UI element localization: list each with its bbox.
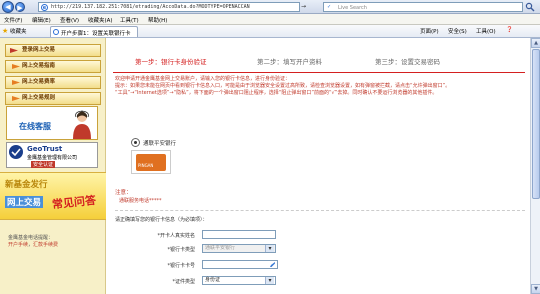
card-number-label: *银行卡卡号 — [167, 263, 195, 269]
scroll-up-button[interactable]: ▲ — [531, 38, 540, 48]
forward-button[interactable]: ▶ — [15, 2, 25, 12]
intro-line: “工具”→“Internet选项”→“隐私”，将下面的一个弹出窗口阻止程序，选择… — [115, 90, 438, 96]
bank-logo-text: PINGAN — [138, 163, 154, 168]
back-button[interactable]: ◀ — [2, 1, 14, 13]
id-type-select[interactable]: 身份证 — [202, 276, 276, 285]
menu-tools[interactable]: 工具(T) — [120, 16, 139, 24]
search-placeholder: Live Search — [338, 5, 367, 11]
sidebar-item-label: 网上交易费率 — [22, 79, 56, 85]
menu-bar: 文件(F) 编辑(E) 查看(V) 收藏夹(A) 工具(T) 帮助(H) — [0, 14, 540, 25]
scroll-thumb[interactable] — [532, 49, 540, 199]
help-icon[interactable]: ❓ — [506, 27, 513, 33]
card-number-field[interactable] — [202, 260, 278, 269]
sidebar-note-link[interactable]: 汇款手续费 — [33, 242, 58, 248]
form-row-id-type: *证件类型 身份证 — [107, 276, 407, 288]
card-type-select[interactable]: 通联平安银行 — [202, 244, 276, 253]
go-button[interactable]: → — [301, 2, 323, 12]
sidebar-note: 金鹰基金电话提醒： 开户手续，汇款手续费 — [8, 235, 58, 249]
arrow-icon — [10, 48, 18, 53]
sidebar-item-label: 网上交易规则 — [22, 95, 56, 101]
arrow-icon — [12, 64, 20, 69]
geotrust-title: GeoTrust — [27, 145, 63, 153]
menu-edit[interactable]: 编辑(E) — [32, 16, 51, 24]
tab-page-icon — [53, 29, 59, 35]
search-input[interactable]: ✓ Live Search — [323, 2, 523, 12]
browser-tab[interactable]: 开户步骤1：设置关联银行卡 — [50, 26, 138, 37]
favorites-label: 收藏夹 — [10, 29, 27, 35]
scroll-down-button[interactable]: ▼ — [531, 284, 540, 294]
geotrust-cert-label: 安全认证 — [31, 161, 56, 168]
arrow-icon — [12, 80, 20, 85]
page-menu[interactable]: 页面(P) — [420, 27, 439, 35]
form-row-name: *开卡人真实姓名 — [107, 230, 407, 242]
sidebar-item-label: 网上交易指南 — [22, 63, 56, 69]
name-field[interactable] — [202, 230, 276, 239]
intro-text: 欢迎申请开通金鹰基金网上交易账户，请输入您的银行卡信息，进行身份验证： 提示：如… — [115, 76, 525, 97]
note-label: 注意： — [115, 190, 132, 196]
divider — [115, 210, 525, 211]
geotrust-badge[interactable]: GeoTrust 金鹰基金管理有限公司 安全认证 — [6, 142, 98, 168]
online-service-banner[interactable]: 在线客服 — [6, 106, 98, 140]
forward-arrow-icon: ▶ — [17, 4, 23, 12]
intro-line: 提示：如果您未能在网页中看到银行卡信息入口，可能是由于浏览器安全设置过高所致，请… — [115, 83, 451, 89]
menu-favorites[interactable]: 收藏夹(A) — [88, 16, 113, 24]
sidebar-item-login[interactable]: 登录网上交易 — [5, 44, 101, 57]
menu-help[interactable]: 帮助(H) — [148, 16, 167, 24]
favorites-button[interactable]: ★ 收藏夹 — [2, 27, 27, 35]
sidebar-note-title: 金鹰基金电话提醒： — [8, 235, 54, 241]
sidebar-note-link[interactable]: 开户手续 — [8, 242, 28, 248]
form-intro: 请正确填写您的银行卡信息（为必填项）： — [115, 217, 208, 223]
main-content: 第一步：银行卡身份验证 第二步：填写开户资料 第三步：设置交易密码 欢迎申请开通… — [107, 38, 530, 294]
page-icon: e — [41, 4, 48, 11]
online-service-label: 在线客服 — [19, 122, 51, 131]
step-3: 第三步：设置交易密码 — [375, 58, 440, 66]
promo-subtitle: 网上交易 — [5, 196, 44, 208]
tab-label: 开户步骤1：设置关联银行卡 — [61, 31, 131, 37]
sidebar-note-body: 开户手续，汇款手续费 — [8, 242, 58, 249]
form-row-card-number: *银行卡卡号 — [107, 260, 407, 272]
menu-file[interactable]: 文件(F) — [4, 16, 22, 24]
star-icon: ★ — [2, 27, 9, 35]
customer-service-agent-icon — [73, 110, 91, 139]
sidebar: 登录网上交易 网上交易指南 网上交易费率 网上交易规则 在线客服 GeoTrus… — [0, 38, 106, 294]
card-type-label: *银行卡类型 — [167, 247, 195, 253]
promo-title: 新基金发行 — [5, 180, 48, 190]
scrollbar[interactable]: ▲ ▼ — [530, 38, 540, 294]
intro-line: 欢迎申请开通金鹰基金网上交易账户，请输入您的银行卡信息，进行身份验证： — [115, 76, 291, 82]
sidebar-item-guide[interactable]: 网上交易指南 — [5, 60, 101, 73]
name-label: *开卡人真实姓名 — [157, 233, 195, 239]
sidebar-item-label: 登录网上交易 — [22, 47, 56, 53]
address-bar[interactable]: e http://219.137.182.251:7081/etrading/A… — [38, 2, 300, 12]
promo-faq: 常见问答 — [51, 193, 97, 212]
bank-radio[interactable] — [131, 138, 140, 147]
bank-logo[interactable]: PINGAN — [131, 150, 171, 174]
search-icon[interactable] — [525, 2, 535, 12]
bank-name: 通联平安银行 — [143, 141, 177, 147]
promo-banner[interactable]: 新基金发行 网上交易 常见问答 — [0, 172, 106, 220]
card-type-value: 通联平安银行 — [205, 245, 236, 251]
address-text: http://219.137.182.251:7081/etrading/Acc… — [51, 4, 250, 10]
step-bar: 第一步：银行卡身份验证 第二步：填写开户资料 第三步：设置交易密码 — [107, 52, 530, 66]
step-1: 第一步：银行卡身份验证 — [135, 58, 207, 66]
id-type-value: 身份证 — [205, 277, 221, 283]
arrow-icon — [12, 96, 20, 101]
menu-view[interactable]: 查看(V) — [60, 16, 79, 24]
sidebar-item-rules[interactable]: 网上交易规则 — [5, 92, 101, 105]
favorites-bar: ★ 收藏夹 开户步骤1：设置关联银行卡 页面(P) 安全(S) 工具(O) ❓ — [0, 25, 540, 38]
search-brand-icon: ✓ — [327, 4, 332, 10]
pen-icon — [270, 262, 275, 267]
tools-menu[interactable]: 工具(O) — [476, 27, 496, 35]
note-text: 通联服务电话***** — [119, 198, 162, 204]
step-2: 第二步：填写开户资料 — [257, 58, 322, 66]
sidebar-item-fees[interactable]: 网上交易费率 — [5, 76, 101, 89]
geotrust-logo-icon — [9, 145, 23, 159]
address-toolbar: ◀ ▶ e http://219.137.182.251:7081/etradi… — [0, 0, 540, 14]
back-arrow-icon: ◀ — [5, 3, 11, 11]
form-row-card-type: *银行卡类型 通联平安银行 — [107, 244, 407, 256]
step-divider — [113, 72, 525, 73]
geotrust-company: 金鹰基金管理有限公司 — [27, 155, 78, 161]
safety-menu[interactable]: 安全(S) — [448, 27, 467, 35]
id-type-label: *证件类型 — [172, 279, 195, 285]
